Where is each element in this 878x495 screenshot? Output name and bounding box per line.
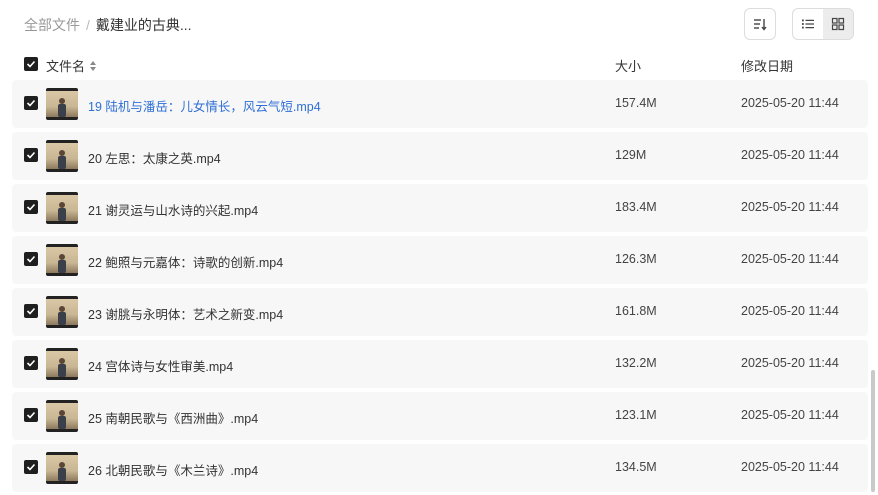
video-thumbnail[interactable] xyxy=(46,140,78,172)
check-icon xyxy=(26,359,36,367)
sort-toggle-icon xyxy=(89,60,97,72)
video-thumbnail[interactable] xyxy=(46,348,78,380)
video-thumbnail-figure xyxy=(58,254,66,273)
row-checkbox[interactable] xyxy=(24,356,38,370)
table-row[interactable]: 26 北朝民歌与《木兰诗》.mp4 134.5M 2025-05-20 11:44 xyxy=(12,444,868,492)
file-list: 19 陆机与潘岳：儿女情长，风云气短.mp4 157.4M 2025-05-20 1… xyxy=(12,80,868,495)
video-thumbnail[interactable] xyxy=(46,452,78,484)
list-view-button[interactable] xyxy=(793,9,823,39)
check-icon xyxy=(26,255,36,263)
video-thumbnail[interactable] xyxy=(46,88,78,120)
row-checkbox[interactable] xyxy=(24,200,38,214)
list-view-icon xyxy=(802,19,814,29)
breadcrumb-current: 戴建业的古典... xyxy=(95,17,192,33)
video-thumbnail-figure xyxy=(58,150,66,169)
table-row[interactable]: 22 鲍照与元嘉体：诗歌的创新.mp4 126.3M 2025-05-20 11:4… xyxy=(12,236,868,284)
row-checkbox[interactable] xyxy=(24,96,38,110)
file-modified-date: 2025-05-20 11:44 xyxy=(741,200,839,214)
column-header-modified[interactable]: 修改日期 xyxy=(741,56,793,75)
table-row[interactable]: 19 陆机与潘岳：儿女情长，风云气短.mp4 157.4M 2025-05-20 1… xyxy=(12,80,868,128)
sort-button[interactable] xyxy=(744,8,776,40)
view-toggle xyxy=(792,8,854,40)
file-size: 132.2M xyxy=(615,356,657,370)
file-size: 129M xyxy=(615,148,647,162)
row-checkbox[interactable] xyxy=(24,148,38,162)
video-thumbnail[interactable] xyxy=(46,400,78,432)
check-icon xyxy=(26,99,36,107)
file-name[interactable]: 25 南朝民歌与《西洲曲》.mp4 xyxy=(88,408,258,427)
grid-view-icon xyxy=(831,17,845,31)
file-size: 161.8M xyxy=(615,304,657,318)
file-size: 126.3M xyxy=(615,252,657,266)
table-row[interactable]: 21 谢灵运与山水诗的兴起.mp4 183.4M 2025-05-20 11:44 xyxy=(12,184,868,232)
file-size: 134.5M xyxy=(615,460,657,474)
file-modified-date: 2025-05-20 11:44 xyxy=(741,252,839,266)
video-thumbnail-figure xyxy=(58,410,66,429)
table-row[interactable]: 25 南朝民歌与《西洲曲》.mp4 123.1M 2025-05-20 11:44 xyxy=(12,392,868,440)
video-thumbnail[interactable] xyxy=(46,244,78,276)
row-checkbox[interactable] xyxy=(24,460,38,474)
check-icon xyxy=(26,60,36,68)
file-name[interactable]: 19 陆机与潘岳：儿女情长，风云气短.mp4 xyxy=(88,96,321,115)
row-checkbox[interactable] xyxy=(24,252,38,266)
video-thumbnail-figure xyxy=(58,462,66,481)
file-modified-date: 2025-05-20 11:44 xyxy=(741,148,839,162)
table-row[interactable]: 23 谢朓与永明体：艺术之新变.mp4 161.8M 2025-05-20 11:4… xyxy=(12,288,868,336)
check-icon xyxy=(26,203,36,211)
breadcrumb: 全部文件 / 戴建业的古典... xyxy=(24,15,192,35)
sort-descending-icon xyxy=(754,19,767,31)
file-modified-date: 2025-05-20 11:44 xyxy=(741,460,839,474)
file-size: 123.1M xyxy=(615,408,657,422)
file-name[interactable]: 26 北朝民歌与《木兰诗》.mp4 xyxy=(88,460,258,479)
file-modified-date: 2025-05-20 11:44 xyxy=(741,356,839,370)
video-thumbnail[interactable] xyxy=(46,296,78,328)
table-row[interactable]: 24 宫体诗与女性审美.mp4 132.2M 2025-05-20 11:44 xyxy=(12,340,868,388)
column-header-name[interactable]: 文件名 xyxy=(46,56,97,75)
file-name[interactable]: 23 谢朓与永明体：艺术之新变.mp4 xyxy=(88,304,283,323)
top-bar: 全部文件 / 戴建业的古典... xyxy=(0,0,878,48)
scrollbar[interactable] xyxy=(871,370,875,492)
table-header: 文件名 大小 修改日期 xyxy=(12,52,868,78)
check-icon xyxy=(26,307,36,315)
grid-view-button[interactable] xyxy=(823,9,853,39)
row-checkbox[interactable] xyxy=(24,408,38,422)
check-icon xyxy=(26,411,36,419)
file-modified-date: 2025-05-20 11:44 xyxy=(741,304,839,318)
video-thumbnail[interactable] xyxy=(46,192,78,224)
video-thumbnail-figure xyxy=(58,98,66,117)
file-name[interactable]: 24 宫体诗与女性审美.mp4 xyxy=(88,356,233,375)
video-thumbnail-figure xyxy=(58,306,66,325)
video-thumbnail-figure xyxy=(58,202,66,221)
file-size: 157.4M xyxy=(615,96,657,110)
video-thumbnail-figure xyxy=(58,358,66,377)
check-icon xyxy=(26,463,36,471)
file-name[interactable]: 22 鲍照与元嘉体：诗歌的创新.mp4 xyxy=(88,252,283,271)
column-header-size[interactable]: 大小 xyxy=(615,56,641,75)
row-checkbox[interactable] xyxy=(24,304,38,318)
file-size: 183.4M xyxy=(615,200,657,214)
select-all-checkbox[interactable] xyxy=(24,57,38,71)
check-icon xyxy=(26,151,36,159)
column-header-name-label: 文件名 xyxy=(46,59,86,74)
file-modified-date: 2025-05-20 11:44 xyxy=(741,96,839,110)
breadcrumb-separator: / xyxy=(86,17,90,33)
table-row[interactable]: 20 左思：太康之英.mp4 129M 2025-05-20 11:44 xyxy=(12,132,868,180)
file-name[interactable]: 20 左思：太康之英.mp4 xyxy=(88,148,221,167)
file-modified-date: 2025-05-20 11:44 xyxy=(741,408,839,422)
file-name[interactable]: 21 谢灵运与山水诗的兴起.mp4 xyxy=(88,200,258,219)
breadcrumb-root-link[interactable]: 全部文件 xyxy=(24,15,80,35)
